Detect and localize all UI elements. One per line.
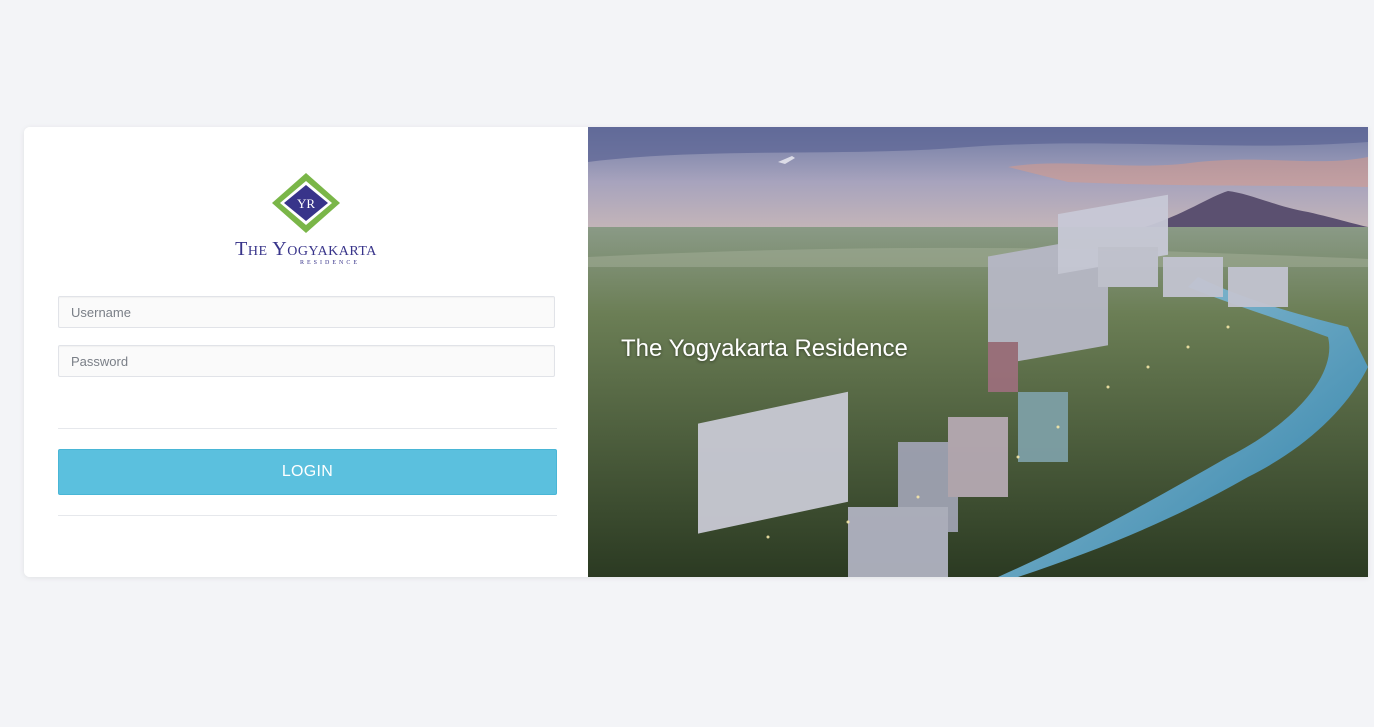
divider-top <box>58 428 557 429</box>
logo-subtitle: RESIDENCE <box>300 260 360 266</box>
logo-title: The Yogyakarta <box>235 238 377 260</box>
hero-title: The Yogyakarta Residence <box>621 335 908 362</box>
login-card: YR The Yogyakarta RESIDENCE LOGIN <box>24 127 1368 577</box>
login-button[interactable]: LOGIN <box>58 449 557 495</box>
username-input[interactable] <box>58 296 555 328</box>
password-input[interactable] <box>58 345 555 377</box>
logo-diamond-icon: YR <box>272 173 340 233</box>
logo-monogram: YR <box>297 196 315 211</box>
login-panel: YR The Yogyakarta RESIDENCE LOGIN <box>24 127 588 577</box>
hero-image-panel: The Yogyakarta Residence <box>588 127 1368 577</box>
divider-bottom <box>58 515 557 516</box>
brand-logo: YR The Yogyakarta RESIDENCE <box>24 171 588 271</box>
